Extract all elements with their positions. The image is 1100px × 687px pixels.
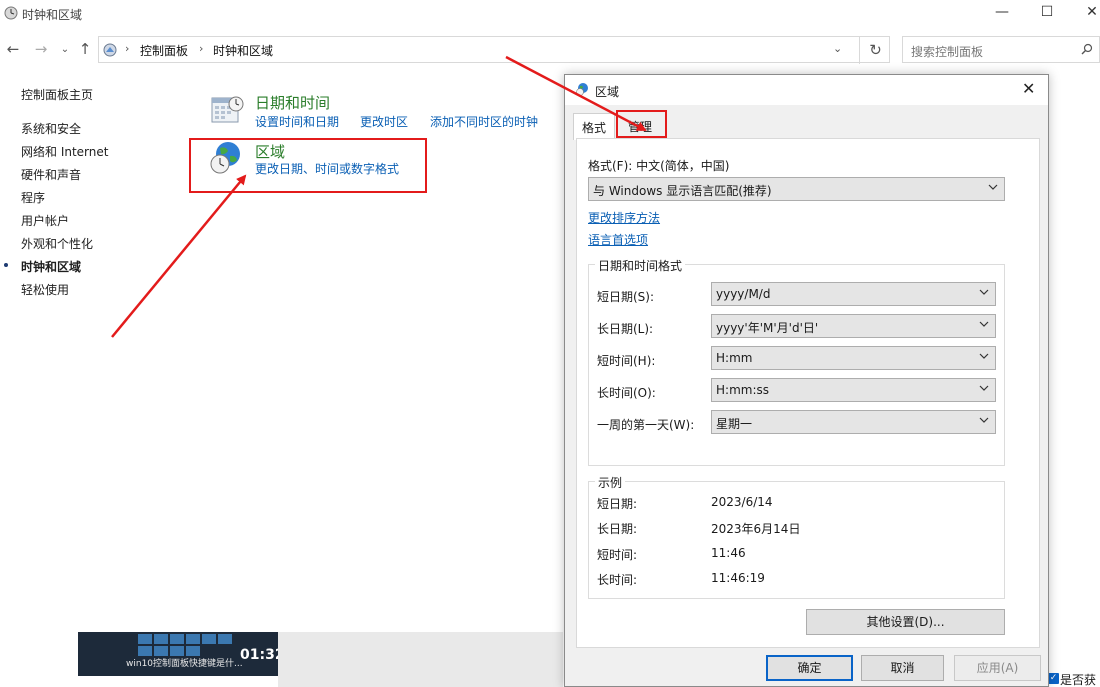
minimize-button[interactable]: —: [987, 4, 1017, 20]
short-date-select[interactable]: yyyy/M/d: [711, 282, 996, 306]
chevron-down-icon: [979, 417, 989, 423]
breadcrumb-clock-region[interactable]: 时钟和区域: [213, 42, 273, 59]
example-short-time-label: 短时间:: [597, 548, 638, 562]
example-short-time-value: 11:46: [711, 546, 746, 560]
close-window-button[interactable]: ✕: [1077, 4, 1100, 20]
chevron-down-icon: [988, 184, 998, 190]
example-group: 示例 短日期: 2023/6/14 长日期: 2023年6月14日 短时间: 1…: [588, 474, 1005, 599]
globe-clock-icon: [576, 83, 588, 96]
title-bar: 时钟和区域 — ☐ ✕: [0, 0, 1100, 28]
first-day-label: 一周的第一天(W):: [597, 418, 695, 432]
example-long-time-label: 长时间:: [597, 573, 638, 587]
calendar-clock-icon[interactable]: [210, 94, 244, 126]
ok-button[interactable]: 确定: [766, 655, 853, 681]
breadcrumb-chevron-icon: ›: [125, 42, 130, 55]
video-thumbnail[interactable]: win10控制面板快捷键是什... 01:32: [78, 632, 278, 676]
first-day-select[interactable]: 星期一: [711, 410, 996, 434]
datetime-format-group: 日期和时间格式 短日期(S): yyyy/M/d 长日期(L): yyyy'年'…: [588, 257, 1005, 466]
control-panel-icon: [103, 43, 117, 57]
tab-format[interactable]: 格式: [573, 113, 616, 140]
address-bar: ← → ⌄ ↑ › 控制面板 › 时钟和区域 ⌄ ↻ 搜索控制面板: [0, 36, 1100, 64]
maximize-button[interactable]: ☐: [1032, 4, 1062, 20]
address-dropdown-chevron-icon[interactable]: ⌄: [833, 42, 842, 55]
active-bullet-icon: [4, 263, 8, 267]
example-short-date-label: 短日期:: [597, 497, 638, 511]
long-date-label: 长日期(L):: [597, 322, 654, 336]
back-arrow-icon[interactable]: ←: [4, 40, 22, 58]
breadcrumb-chevron-icon: ›: [199, 42, 204, 55]
sidebar-home-link[interactable]: 控制面板主页: [21, 86, 93, 103]
breadcrumb-control-panel[interactable]: 控制面板: [140, 42, 188, 59]
sidebar-item-user-accounts[interactable]: 用户帐户: [21, 212, 69, 229]
window-title: 时钟和区域: [22, 8, 83, 22]
sidebar-item-hardware-sound[interactable]: 硬件和声音: [21, 166, 81, 183]
annotation-highlight-admin-tab: [616, 110, 667, 138]
example-long-date-label: 长日期:: [597, 522, 638, 536]
video-duration: 01:32: [240, 647, 278, 663]
refresh-icon[interactable]: ↻: [859, 37, 891, 64]
short-date-label: 短日期(S):: [597, 290, 655, 304]
chevron-down-icon: [979, 321, 989, 327]
sidebar-item-label: 时钟和区域: [21, 260, 82, 274]
first-day-value: 星期一: [716, 417, 753, 431]
background-area: [278, 632, 563, 687]
dialog-title-bar: 区域 ✕: [565, 75, 1048, 105]
example-long-date-value: 2023年6月14日: [711, 522, 801, 536]
annotation-highlight-region: [189, 138, 427, 193]
up-arrow-icon[interactable]: ↑: [76, 40, 94, 58]
recent-locations-chevron-icon[interactable]: ⌄: [56, 44, 74, 55]
link-change-timezone[interactable]: 更改时区: [360, 113, 408, 130]
datetime-group-title: 日期和时间格式: [595, 257, 686, 274]
long-date-value: yyyy'年'M'月'd'日': [716, 321, 819, 335]
video-title: win10控制面板快捷键是什...: [126, 659, 243, 669]
link-language-preferences[interactable]: 语言首选项: [588, 231, 648, 248]
sidebar-item-ease-of-access[interactable]: 轻松使用: [21, 281, 69, 298]
chevron-down-icon: [979, 353, 989, 359]
search-placeholder: 搜索控制面板: [911, 45, 984, 59]
region-dialog: 区域 ✕ 格式 管理 格式(F): 中文(简体，中国) 与 Windows 显示…: [564, 74, 1049, 687]
long-time-select[interactable]: H:mm:ss: [711, 378, 996, 402]
format-tab-panel: 格式(F): 中文(简体，中国) 与 Windows 显示语言匹配(推荐) 更改…: [576, 138, 1040, 648]
chevron-down-icon: [979, 385, 989, 391]
short-date-value: yyyy/M/d: [716, 287, 771, 301]
sidebar-item-appearance[interactable]: 外观和个性化: [21, 235, 93, 252]
clock-region-icon: [4, 6, 18, 20]
long-date-select[interactable]: yyyy'年'M'月'd'日': [711, 314, 996, 338]
bottom-checkbox-label: 是否获: [1060, 673, 1097, 687]
long-time-value: H:mm:ss: [716, 383, 769, 397]
forward-arrow-icon[interactable]: →: [32, 40, 50, 58]
example-group-title: 示例: [595, 474, 626, 491]
cancel-button[interactable]: 取消: [861, 655, 944, 681]
link-add-clocks[interactable]: 添加不同时区的时钟: [430, 113, 538, 130]
close-icon[interactable]: ✕: [1022, 79, 1035, 98]
format-select[interactable]: 与 Windows 显示语言匹配(推荐): [588, 177, 1005, 201]
example-short-date-value: 2023/6/14: [711, 495, 773, 509]
link-change-sorting[interactable]: 更改排序方法: [588, 209, 660, 226]
search-input[interactable]: 搜索控制面板: [902, 36, 1100, 63]
apply-button[interactable]: 应用(A): [954, 655, 1041, 681]
other-settings-button[interactable]: 其他设置(D)...: [806, 609, 1005, 635]
search-icon[interactable]: [1081, 43, 1093, 55]
checkbox-checked-icon[interactable]: ✓: [1048, 673, 1059, 684]
format-label: 格式(F): 中文(简体，中国): [588, 159, 730, 173]
example-long-time-value: 11:46:19: [711, 571, 765, 585]
dialog-title: 区域: [595, 85, 620, 99]
short-time-select[interactable]: H:mm: [711, 346, 996, 370]
sidebar-item-network[interactable]: 网络和 Internet: [21, 143, 108, 160]
short-time-label: 短时间(H):: [597, 354, 656, 368]
bottom-checkbox-area: ✓ 是否获: [1046, 670, 1100, 687]
address-field[interactable]: › 控制面板 › 时钟和区域 ⌄ ↻: [98, 36, 891, 64]
sidebar-item-system-security[interactable]: 系统和安全: [21, 120, 81, 137]
link-set-date-time[interactable]: 设置时间和日期: [255, 113, 339, 130]
long-time-label: 长时间(O):: [597, 386, 656, 400]
sidebar-item-programs[interactable]: 程序: [21, 189, 45, 206]
format-select-value: 与 Windows 显示语言匹配(推荐): [593, 184, 772, 198]
sidebar-item-clock-region[interactable]: 时钟和区域: [4, 258, 82, 275]
chevron-down-icon: [979, 289, 989, 295]
short-time-value: H:mm: [716, 351, 753, 365]
category-title-date-time[interactable]: 日期和时间: [255, 92, 330, 113]
